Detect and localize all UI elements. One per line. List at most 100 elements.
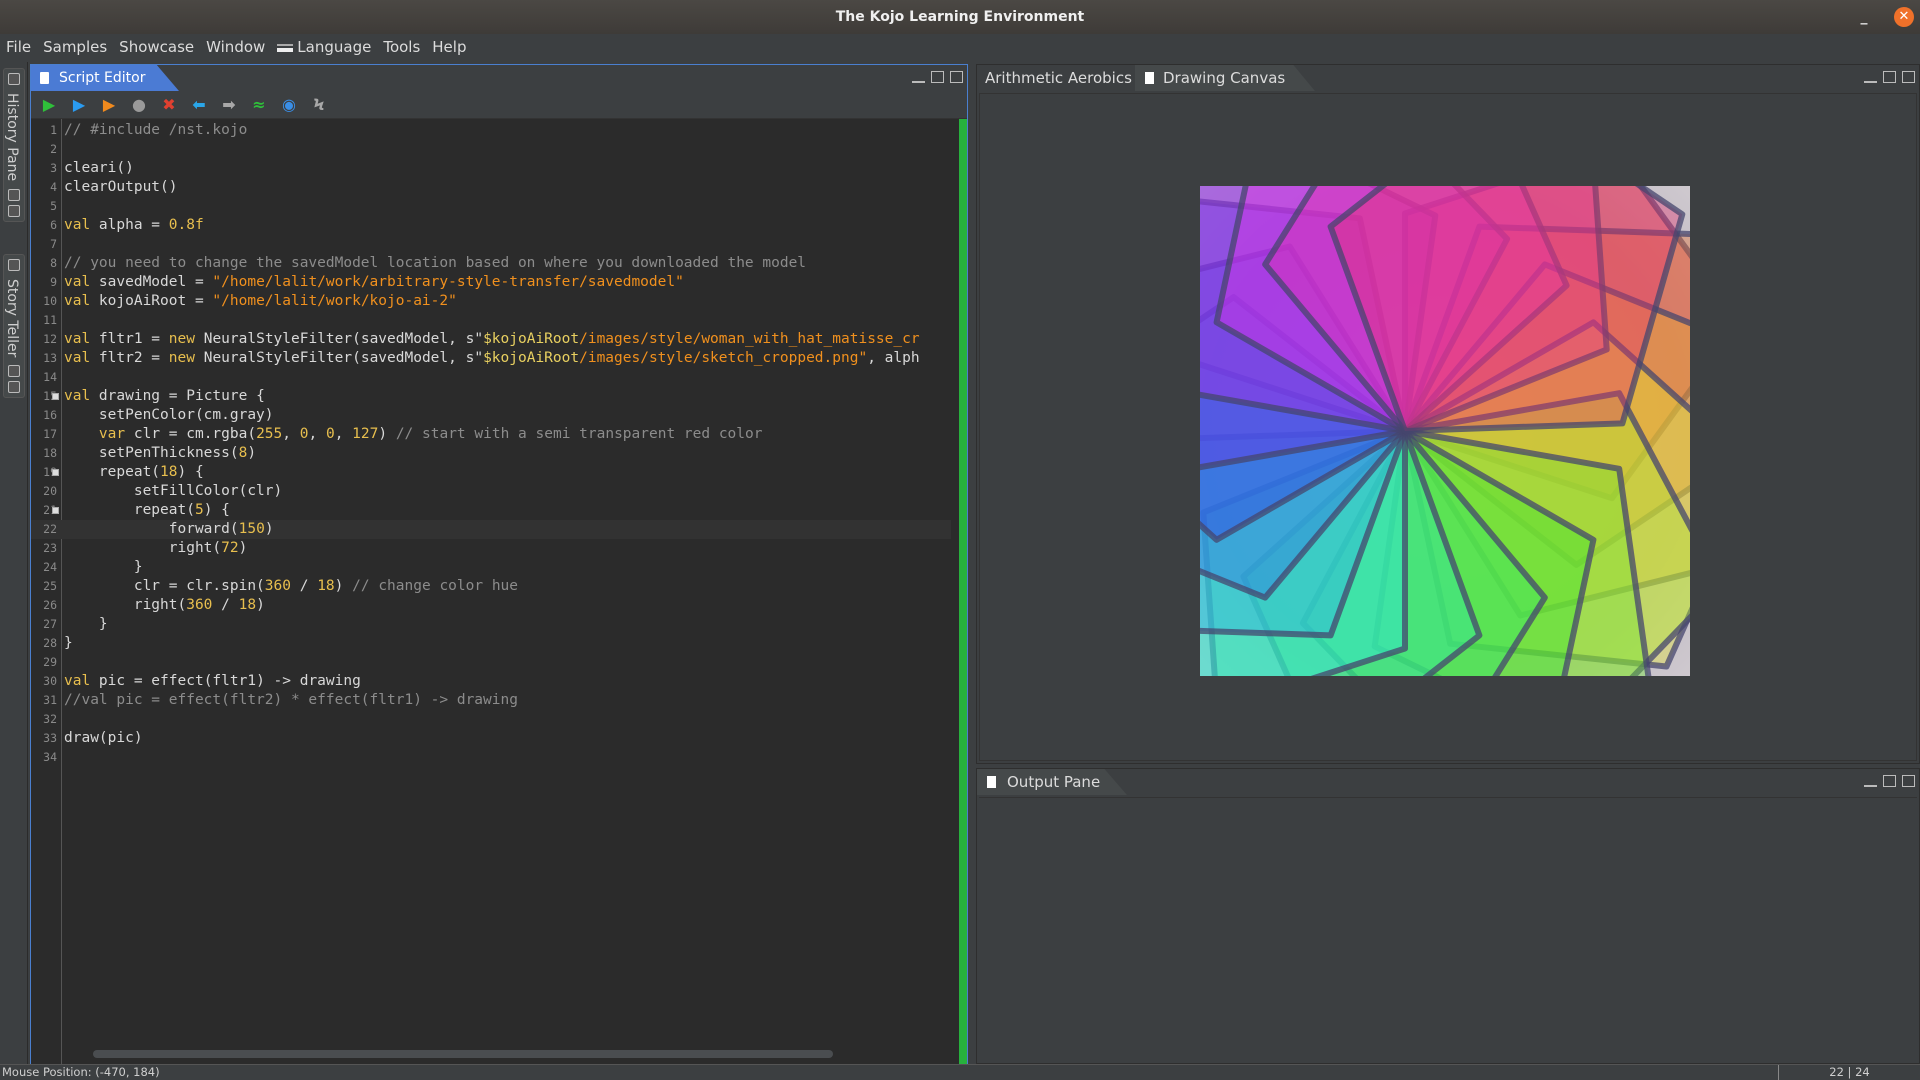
output-window-controls — [1864, 775, 1915, 787]
maximize-icon[interactable] — [1902, 71, 1915, 83]
minimize-icon[interactable] — [1864, 75, 1877, 83]
history-pane-tab[interactable]: History Pane — [3, 68, 25, 223]
line-number: 2 — [50, 142, 57, 156]
tab-drawing-canvas[interactable]: Drawing Canvas — [1135, 65, 1315, 91]
stop-icon[interactable]: ● — [129, 95, 149, 115]
code-editor[interactable]: 1// #include /nst.kojo 2 3 cleari() 4 clearOu… — [31, 119, 967, 1065]
menu-file[interactable]: File — [6, 38, 31, 56]
code-line[interactable]: 32 — [31, 710, 951, 729]
output-area[interactable] — [979, 797, 1917, 1061]
restore-icon[interactable] — [8, 365, 20, 378]
restore-icon[interactable] — [8, 189, 20, 202]
code-text: repeat(18) { — [64, 464, 204, 480]
code-line[interactable]: 6 val alpha = 0.8f — [31, 216, 951, 235]
code-line[interactable]: 5 — [31, 197, 951, 216]
scrollbar-thumb[interactable] — [93, 1050, 833, 1058]
menu-samples[interactable]: Samples — [43, 38, 107, 56]
code-line[interactable]: 18 setPenThickness(8) — [31, 444, 951, 463]
line-number: 27 — [43, 617, 57, 631]
code-line[interactable]: 31 //val pic = effect(fltr2) * effect(flt… — [31, 691, 951, 710]
code-line[interactable]: 3 cleari() — [31, 159, 951, 178]
line-number: 20 — [43, 484, 57, 498]
history-forward-icon[interactable]: ➡ — [219, 95, 239, 115]
fold-toggle-icon[interactable] — [52, 469, 59, 476]
code-line[interactable]: 15 val drawing = Picture { — [31, 387, 951, 406]
tab-output-pane-label: Output Pane — [1007, 773, 1101, 791]
line-number: 7 — [50, 237, 57, 251]
code-line[interactable]: 33 draw(pic) — [31, 729, 951, 748]
restore-icon[interactable] — [1883, 775, 1896, 787]
menu-window[interactable]: Window — [206, 38, 265, 56]
code-line[interactable]: 29 — [31, 653, 951, 672]
code-line[interactable]: 25 clr = clr.spin(360 / 18) // change co… — [31, 577, 951, 596]
drawing-canvas[interactable] — [979, 76, 1917, 786]
horizontal-scrollbar[interactable] — [63, 1049, 837, 1059]
code-line[interactable]: 28} — [31, 634, 951, 653]
code-line[interactable]: 10 val kojoAiRoot = "/home/lalit/work/koj… — [31, 292, 951, 311]
code-line[interactable]: 2 — [31, 140, 951, 159]
history-back-icon[interactable]: ⬅ — [189, 95, 209, 115]
code-line[interactable]: 22 forward(150) — [31, 520, 951, 539]
compile-icon[interactable]: Ϟ — [309, 95, 329, 115]
code-line[interactable]: 13 val fltr2 = new NeuralStyleFilter(save… — [31, 349, 951, 368]
upload-icon[interactable]: ◉ — [279, 95, 299, 115]
menu-help[interactable]: Help — [432, 38, 466, 56]
tab-script-editor[interactable]: Script Editor — [31, 65, 179, 91]
code-line[interactable]: 30 val pic = effect(fltr1) -> drawing — [31, 672, 951, 691]
close-button[interactable]: ✕ — [1894, 7, 1914, 27]
code-line[interactable]: 20 setFillColor(clr) — [31, 482, 951, 501]
menu-tools[interactable]: Tools — [383, 38, 420, 56]
fold-toggle-icon[interactable] — [52, 507, 59, 514]
code-line[interactable]: 26 right(360 / 18) — [31, 596, 951, 615]
code-line[interactable]: 4 clearOutput() — [31, 178, 951, 197]
maximize-icon[interactable] — [8, 381, 20, 394]
code-line[interactable]: 21 repeat(5) { — [31, 501, 951, 520]
code-text: val fltr2 = new NeuralStyleFilter(savedM… — [64, 350, 920, 366]
story-teller-tab[interactable]: Story Teller — [3, 254, 25, 399]
code-text: setFillColor(clr) — [64, 483, 283, 499]
menu-showcase[interactable]: Showcase — [119, 38, 194, 56]
code-text: // #include /nst.kojo — [64, 122, 248, 138]
code-text: repeat(5) { — [64, 502, 230, 518]
code-line[interactable]: 27 } — [31, 615, 951, 634]
trace-icon[interactable]: ▶ — [99, 95, 119, 115]
minimize-button[interactable]: _ — [1852, 0, 1876, 34]
format-icon[interactable]: ≈ — [249, 95, 269, 115]
clear-icon[interactable]: ✖ — [159, 95, 179, 115]
restore-icon[interactable] — [931, 71, 944, 83]
tab-arithmetic-aerobics[interactable]: Arithmetic Aerobics — [985, 65, 1132, 91]
code-line[interactable]: 24 } — [31, 558, 951, 577]
fold-toggle-icon[interactable] — [52, 393, 59, 400]
maximize-icon[interactable] — [950, 71, 963, 83]
document-icon — [987, 776, 996, 788]
maximize-icon[interactable] — [1902, 775, 1915, 787]
code-line[interactable]: 9 val savedModel = "/home/lalit/work/arbi… — [31, 273, 951, 292]
menu-language[interactable]: Language — [277, 38, 371, 56]
maximize-icon[interactable] — [8, 205, 20, 218]
restore-icon[interactable] — [1883, 71, 1896, 83]
code-line[interactable]: 7 — [31, 235, 951, 254]
line-number: 11 — [43, 313, 57, 327]
code-text: } — [64, 559, 143, 575]
editor-tab-bar: Script Editor — [31, 65, 967, 91]
line-number: 26 — [43, 598, 57, 612]
code-line[interactable]: 19 repeat(18) { — [31, 463, 951, 482]
code-line[interactable]: 8 // you need to change the savedModel lo… — [31, 254, 951, 273]
code-line[interactable]: 17 var clr = cm.rgba(255, 0, 0, 127) // … — [31, 425, 951, 444]
minimize-icon[interactable] — [1864, 779, 1877, 787]
code-line[interactable]: 34 — [31, 748, 951, 767]
code-line[interactable]: 1 // #include /nst.kojo — [31, 121, 951, 140]
minimize-icon[interactable] — [912, 75, 925, 83]
document-icon — [40, 72, 49, 84]
code-line[interactable]: 11 — [31, 311, 951, 330]
run-icon[interactable]: ▶ — [39, 95, 59, 115]
run-worksheet-icon[interactable]: ▶ — [69, 95, 89, 115]
code-line[interactable]: 14 — [31, 368, 951, 387]
code-line[interactable]: 16 setPenColor(cm.gray) — [31, 406, 951, 425]
line-number: 9 — [50, 275, 57, 289]
code-line[interactable]: 12 val fltr1 = new NeuralStyleFilter(save… — [31, 330, 951, 349]
code-line[interactable]: 23 right(72) — [31, 539, 951, 558]
tab-output-pane[interactable]: Output Pane — [977, 769, 1127, 795]
code-lines[interactable]: 1// #include /nst.kojo 2 3 cleari() 4 clearOu… — [31, 121, 951, 767]
line-number: 17 — [43, 427, 57, 441]
